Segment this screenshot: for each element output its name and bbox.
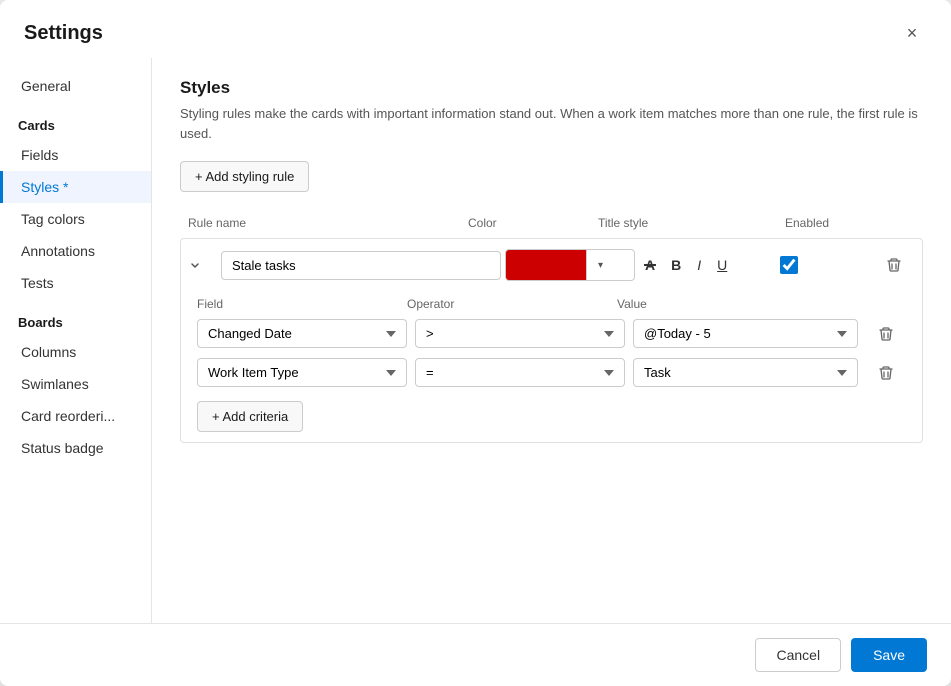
col-rule-name: Rule name [188, 216, 468, 230]
col-color: Color [468, 216, 598, 230]
rule-row: ▾ A B I U [180, 238, 923, 443]
bold-button[interactable]: B [665, 253, 687, 277]
criteria-col-operator: Operator [407, 297, 617, 311]
sidebar-section-boards: Boards [0, 299, 151, 336]
rule-delete-button[interactable] [874, 257, 914, 273]
dialog-title: Settings [24, 22, 103, 45]
italic-button[interactable]: I [691, 253, 707, 277]
criteria-delete-button-2[interactable] [866, 365, 906, 381]
sidebar-item-swimlanes[interactable]: Swimlanes [0, 368, 151, 400]
dialog-footer: Cancel Save [0, 623, 951, 686]
section-description: Styling rules make the cards with import… [180, 104, 923, 143]
sidebar-item-tag-colors[interactable]: Tag colors [0, 203, 151, 235]
rule-main-row: ▾ A B I U [189, 249, 914, 281]
col-enabled: Enabled [785, 216, 875, 230]
criteria-operator-select-1[interactable]: > < = >= <= <> [415, 319, 625, 348]
criteria-delete-button-1[interactable] [866, 326, 906, 342]
criteria-field-select-1[interactable]: Changed Date Title State Assigned To Wor… [197, 319, 407, 348]
sidebar-item-columns[interactable]: Columns [0, 336, 151, 368]
dialog-body: General Cards Fields Styles * Tag colors… [0, 58, 951, 623]
sidebar-section-cards: Cards [0, 102, 151, 139]
underline-button[interactable]: U [711, 253, 733, 277]
color-picker-button[interactable]: ▾ [505, 249, 635, 281]
criteria-col-field: Field [197, 297, 407, 311]
add-styling-rule-button[interactable]: + Add styling rule [180, 161, 309, 192]
col-delete-placeholder [875, 216, 915, 230]
sidebar: General Cards Fields Styles * Tag colors… [0, 58, 152, 623]
col-title-style: Title style [598, 216, 785, 230]
table-header: Rule name Color Title style Enabled [180, 212, 923, 234]
criteria-field-select-2[interactable]: Work Item Type Changed Date Title State … [197, 358, 407, 387]
cancel-button[interactable]: Cancel [755, 638, 841, 672]
save-button[interactable]: Save [851, 638, 927, 672]
criteria-col-value: Value [617, 297, 866, 311]
enabled-checkbox[interactable] [780, 256, 798, 274]
section-title: Styles [180, 78, 923, 98]
criteria-operator-select-2[interactable]: = <> > < [415, 358, 625, 387]
sidebar-item-general[interactable]: General [0, 70, 151, 102]
sidebar-item-tests[interactable]: Tests [0, 267, 151, 299]
add-criteria-button[interactable]: + Add criteria [197, 401, 303, 432]
sidebar-item-fields[interactable]: Fields [0, 139, 151, 171]
sidebar-item-annotations[interactable]: Annotations [0, 235, 151, 267]
title-style-controls: A B I U [639, 253, 776, 277]
strikethrough-button[interactable]: A [639, 253, 661, 277]
main-content: Styles Styling rules make the cards with… [152, 58, 951, 623]
color-dropdown-icon: ▾ [586, 250, 614, 280]
sidebar-item-status-badge[interactable]: Status badge [0, 432, 151, 464]
rule-expand-button[interactable] [189, 259, 217, 271]
sidebar-item-card-reordering[interactable]: Card reorderi... [0, 400, 151, 432]
criteria-value-select-2[interactable]: Task Bug User Story Feature Epic [633, 358, 858, 387]
enabled-cell [780, 256, 870, 274]
criteria-table-header: Field Operator Value [189, 293, 914, 319]
rule-name-input[interactable] [221, 251, 501, 280]
close-button[interactable]: × [897, 18, 927, 48]
criteria-value-select-1[interactable]: @Today - 5 @Today @Today - 1 @Today - 7 [633, 319, 858, 348]
settings-dialog: Settings × General Cards Fields Styles *… [0, 0, 951, 686]
criteria-row: Work Item Type Changed Date Title State … [189, 358, 914, 387]
sidebar-item-styles[interactable]: Styles * [0, 171, 151, 203]
dialog-header: Settings × [0, 0, 951, 58]
color-swatch [506, 250, 586, 280]
criteria-col-delete [866, 297, 906, 311]
criteria-row: Changed Date Title State Assigned To Wor… [189, 319, 914, 348]
